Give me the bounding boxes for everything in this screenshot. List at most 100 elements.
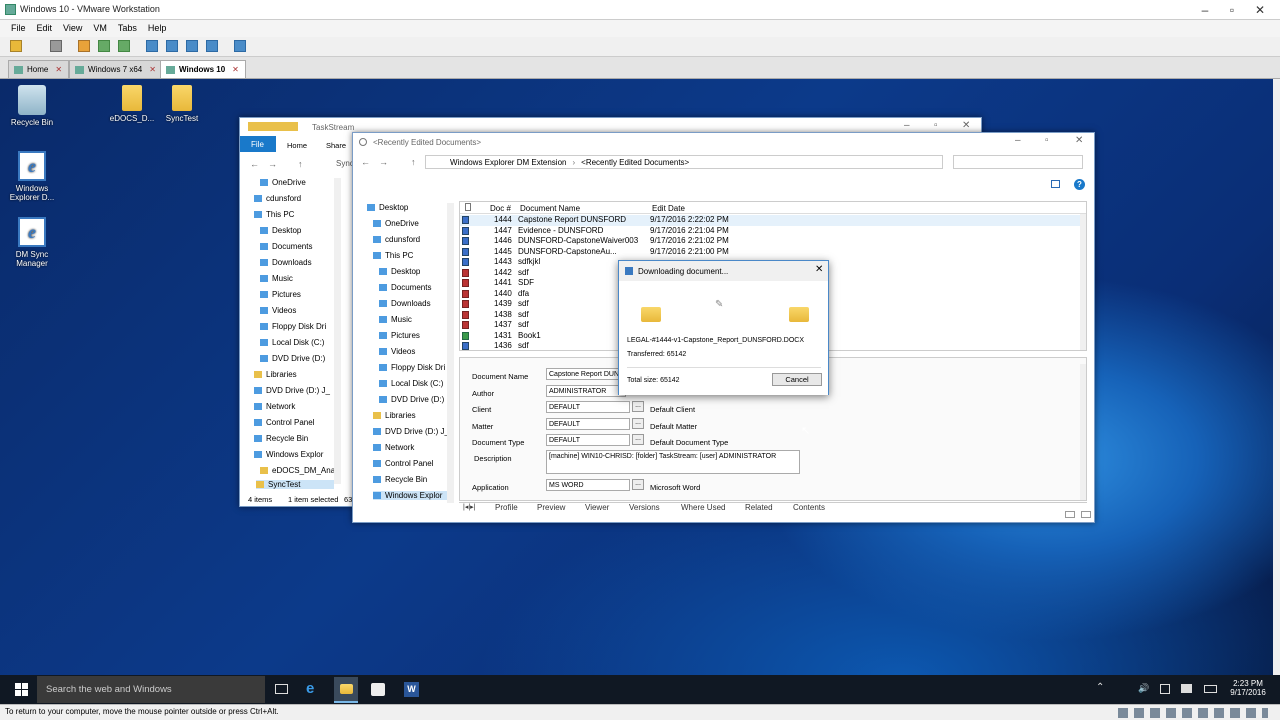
nav-libraries[interactable]: Libraries	[254, 370, 297, 379]
start-windows-icon[interactable]	[15, 683, 28, 696]
menu-vm[interactable]: VM	[93, 23, 107, 33]
up-arrow-icon[interactable]: ↑	[411, 157, 416, 167]
tab-versions[interactable]: Versions	[629, 503, 660, 512]
author-field[interactable]: ADMINISTRATOR	[546, 385, 626, 397]
maximize-icon[interactable]: ▫	[1222, 3, 1242, 17]
send-ctrl-alt-del-icon[interactable]	[50, 40, 62, 52]
close-tab-icon[interactable]: ✕	[55, 65, 62, 74]
menu-tabs[interactable]: Tabs	[118, 23, 137, 33]
close-tab-icon[interactable]: ✕	[149, 65, 156, 74]
minimize-icon[interactable]: –	[1015, 135, 1021, 146]
list-scrollbar[interactable]	[1080, 214, 1086, 350]
nav-videos[interactable]: Videos	[260, 306, 296, 315]
menu-view[interactable]: View	[63, 23, 82, 33]
nav-recycle-bin[interactable]: Recycle Bin	[254, 434, 308, 443]
download-dialog[interactable]: Downloading document... ✕ ✎ LEGAL-#1444-…	[618, 260, 829, 395]
task-view-icon[interactable]	[275, 684, 288, 694]
matter-field[interactable]: DEFAULT	[546, 418, 630, 430]
nav-dvd-drive-j[interactable]: DVD Drive (D:) J_	[254, 386, 330, 395]
close-tab-icon[interactable]: ✕	[232, 65, 239, 74]
menu-edit[interactable]: Edit	[37, 23, 53, 33]
nav-this-pc[interactable]: This PC	[373, 251, 413, 260]
nav-downloads[interactable]: Downloads	[260, 258, 312, 267]
keyboard-icon[interactable]	[1204, 685, 1217, 693]
column-header-edit-date[interactable]: Edit Date	[652, 204, 685, 213]
nav-local-disk[interactable]: Local Disk (C:)	[379, 379, 443, 388]
doc-type-column-icon[interactable]	[465, 203, 471, 211]
description-field[interactable]: [machine] WIN10-CHRISD: [folder] TaskStr…	[546, 450, 800, 474]
document-type-field[interactable]: DEFAULT	[546, 434, 630, 446]
large-icons-view-icon[interactable]	[1081, 511, 1091, 518]
client-field[interactable]: DEFAULT	[546, 401, 630, 413]
maximize-icon[interactable]: ▫	[934, 120, 938, 131]
table-row[interactable]: 1447 Evidence - DUNSFORD 9/17/2016 2:21:04…	[460, 226, 1080, 237]
device-status-icons[interactable]	[1118, 708, 1268, 718]
close-icon[interactable]: ✕	[1075, 135, 1083, 146]
tab-windows-7[interactable]: Windows 7 x64 ✕	[69, 60, 163, 78]
power-icon[interactable]	[10, 40, 22, 52]
nav-network[interactable]: Network	[254, 402, 295, 411]
desktop-icon-windows-explorer-dm[interactable]: e Windows Explorer D...	[2, 151, 62, 202]
column-header-doc-number[interactable]: Doc #	[490, 204, 511, 213]
nav-user[interactable]: cdunsford	[373, 235, 420, 244]
close-icon[interactable]: ✕	[962, 120, 970, 131]
ribbon-file-tab[interactable]: File	[240, 136, 276, 152]
column-header-document-name[interactable]: Document Name	[520, 204, 580, 213]
tab-preview[interactable]: Preview	[537, 503, 565, 512]
nav-downloads[interactable]: Downloads	[379, 299, 431, 308]
nav-user[interactable]: cdunsford	[254, 194, 301, 203]
volume-icon[interactable]: 🔊	[1138, 683, 1149, 694]
breadcrumb-root[interactable]: Windows Explorer DM Extension	[450, 158, 566, 167]
application-field[interactable]: MS WORD	[546, 479, 630, 491]
nav-music[interactable]: Music	[379, 315, 412, 324]
taskbar-search-box[interactable]: Search the web and Windows	[37, 676, 265, 703]
nav-network[interactable]: Network	[373, 443, 414, 452]
nav-onedrive[interactable]: OneDrive	[373, 219, 419, 228]
table-row[interactable]: 1445 DUNSFORD-CapstoneAu... 9/17/2016 2:21…	[460, 247, 1080, 258]
application-lookup-button[interactable]: ...	[632, 479, 644, 490]
forward-arrow-icon[interactable]: →	[379, 157, 388, 167]
up-arrow-icon[interactable]: ↑	[298, 159, 303, 169]
edge-icon[interactable]: e	[306, 680, 314, 697]
nav-windows-explorer[interactable]: Windows Explor	[254, 450, 323, 459]
minimize-icon[interactable]: –	[1195, 3, 1215, 17]
desktop-icon-recycle-bin[interactable]: Recycle Bin	[2, 85, 62, 127]
snapshot-manager-icon[interactable]	[118, 40, 130, 52]
nav-desktop-root[interactable]: Desktop	[367, 203, 408, 212]
desktop-icon-dm-sync-manager[interactable]: e DM Sync Manager	[2, 217, 62, 268]
nav-dvd-drive[interactable]: DVD Drive (D:)	[260, 354, 325, 363]
address-bar[interactable]: Windows Explorer DM Extension › <Recently …	[425, 155, 943, 169]
nav-control-panel[interactable]: Control Panel	[254, 418, 314, 427]
chevron-up-icon[interactable]: ⌃	[1096, 682, 1104, 693]
nav-control-panel[interactable]: Control Panel	[373, 459, 433, 468]
document-type-lookup-button[interactable]: ...	[632, 434, 644, 445]
ribbon-share-tab[interactable]: Share	[326, 141, 346, 150]
nav-local-disk[interactable]: Local Disk (C:)	[260, 338, 324, 347]
cancel-button[interactable]: Cancel	[772, 373, 822, 386]
tab-profile[interactable]: Profile	[495, 503, 518, 512]
menu-help[interactable]: Help	[148, 23, 167, 33]
document-name-field[interactable]: Capstone Report DUNS	[546, 368, 626, 380]
nav-onedrive[interactable]: OneDrive	[260, 178, 306, 187]
revert-snapshot-icon[interactable]	[98, 40, 110, 52]
minimize-icon[interactable]: –	[904, 120, 910, 131]
help-icon[interactable]: ?	[1074, 179, 1085, 190]
ribbon-home-tab[interactable]: Home	[287, 141, 307, 150]
tab-where-used[interactable]: Where Used	[681, 503, 725, 512]
word-icon[interactable]: W	[404, 682, 419, 697]
store-icon[interactable]	[371, 683, 385, 696]
tab-related[interactable]: Related	[745, 503, 773, 512]
menu-file[interactable]: File	[11, 23, 26, 33]
profile-scrollbar[interactable]	[1080, 364, 1086, 500]
vm-console-scrollbar[interactable]	[1273, 79, 1280, 675]
nav-recycle-bin[interactable]: Recycle Bin	[373, 475, 427, 484]
search-input[interactable]	[953, 155, 1083, 169]
table-row[interactable]: 1444 Capstone Report DUNSFORD 9/17/2016 2:…	[460, 215, 1080, 226]
close-icon[interactable]: ✕	[1250, 3, 1270, 17]
nav-libraries[interactable]: Libraries	[373, 411, 416, 420]
back-arrow-icon[interactable]: ←	[361, 157, 370, 167]
tab-viewer[interactable]: Viewer	[585, 503, 609, 512]
nav-videos[interactable]: Videos	[379, 347, 415, 356]
nav-desktop[interactable]: Desktop	[379, 267, 420, 276]
notifications-icon[interactable]	[1181, 684, 1192, 693]
